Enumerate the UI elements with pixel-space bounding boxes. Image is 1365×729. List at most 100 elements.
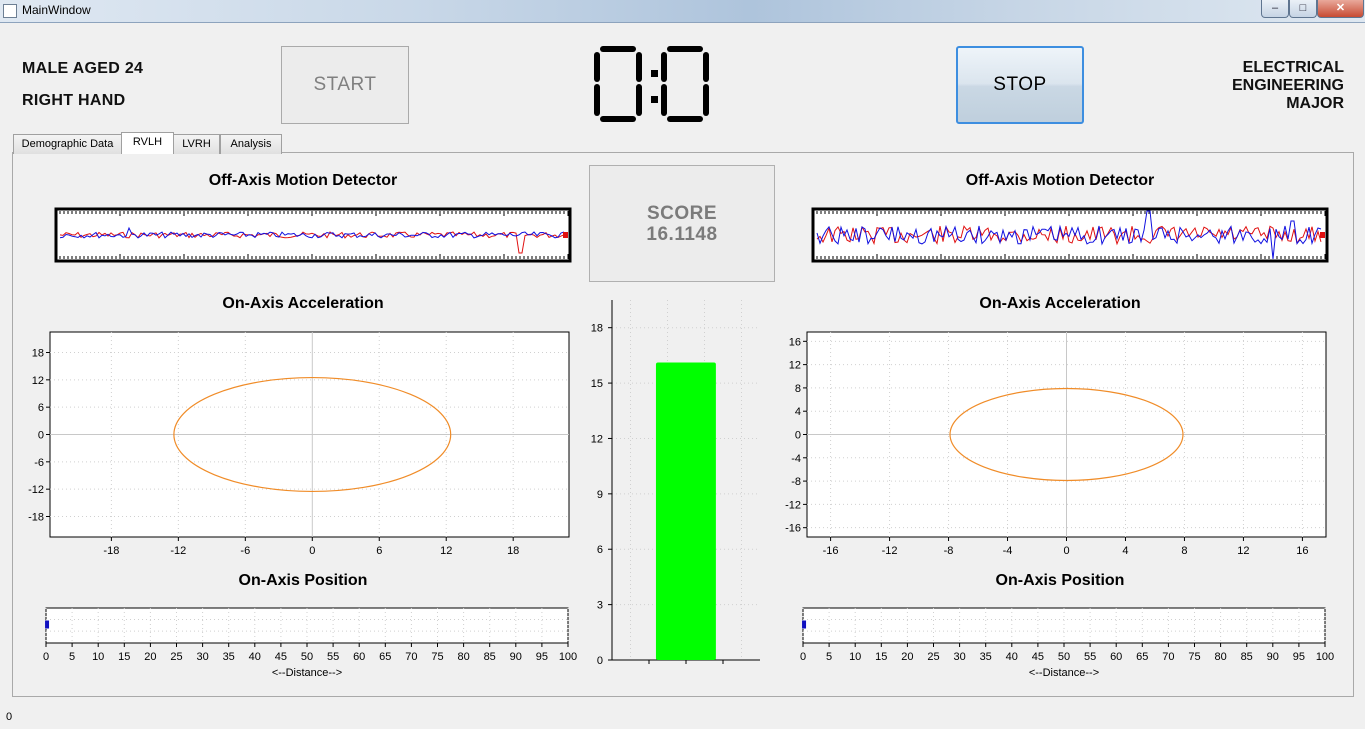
x-tick-label: 75 xyxy=(1188,651,1200,663)
y-tick-label: -12 xyxy=(28,484,44,496)
stop-button[interactable]: STOP xyxy=(956,46,1084,124)
right-position-plot: 0 5 10 15 20 25 30 35 40 45 50 55 60 65 70 75 80 85 90 95 10… xyxy=(800,607,1334,679)
x-tick-label: -16 xyxy=(823,545,839,557)
x-tick-label: 30 xyxy=(953,651,965,663)
x-tick-label: 70 xyxy=(1162,651,1174,663)
x-tick-label: -12 xyxy=(882,545,898,557)
x-tick-label: 65 xyxy=(1136,651,1148,663)
x-tick-label: 5 xyxy=(69,651,75,663)
x-tick-label: 6 xyxy=(376,545,382,557)
tab-lvrh[interactable]: LVRH xyxy=(173,134,220,154)
y-tick-label: 8 xyxy=(795,383,801,395)
y-tick-label: 6 xyxy=(38,402,44,414)
x-tick-label: 8 xyxy=(1181,545,1187,557)
x-tick-label: 95 xyxy=(1293,651,1305,663)
y-tick-label: -12 xyxy=(785,499,801,511)
plot-frame xyxy=(45,607,569,644)
tab-analysis[interactable]: Analysis xyxy=(220,134,282,154)
y-tick-label: 18 xyxy=(32,348,44,360)
x-tick-label: 10 xyxy=(92,651,104,663)
trace-end-marker xyxy=(1320,232,1325,238)
y-tick-label: -8 xyxy=(791,476,801,488)
x-tick-label: -6 xyxy=(240,545,250,557)
subject-gender-age: MALE AGED 24 xyxy=(22,60,144,77)
x-tick-label: 16 xyxy=(1296,545,1308,557)
x-tick-label: 80 xyxy=(457,651,469,663)
x-tick-label: -8 xyxy=(944,545,954,557)
x-tick-label: 40 xyxy=(1006,651,1018,663)
x-axis-label: <--Distance--> xyxy=(272,667,342,679)
x-tick-label: 12 xyxy=(1237,545,1249,557)
major-line-2: ENGINEERING xyxy=(1231,77,1344,94)
x-tick-label: 50 xyxy=(301,651,313,663)
right-off-axis-title: Off-Axis Motion Detector xyxy=(965,172,1155,189)
minimize-button[interactable]: – xyxy=(1261,0,1289,18)
x-axis-label: <--Distance--> xyxy=(1029,667,1099,679)
x-tick-label: 60 xyxy=(353,651,365,663)
y-tick-label: 12 xyxy=(32,375,44,387)
y-tick-label: 0 xyxy=(795,430,801,442)
x-tick-label: 85 xyxy=(1241,651,1253,663)
timer-display xyxy=(594,46,709,122)
close-button[interactable]: ✕ xyxy=(1317,0,1364,18)
y-tick-label: 12 xyxy=(591,433,603,445)
x-tick-label: 4 xyxy=(1122,545,1128,557)
maximize-button[interactable]: □ xyxy=(1289,0,1317,18)
major-label: ELECTRICAL ENGINEERING MAJOR xyxy=(1232,59,1344,113)
y-tick-label: 4 xyxy=(795,406,801,418)
y-tick-label: 0 xyxy=(38,430,44,442)
x-tick-label: 5 xyxy=(826,651,832,663)
y-tick-label: 15 xyxy=(591,378,603,390)
x-tick-label: 95 xyxy=(536,651,548,663)
score-bar-chart: 0 3 6 9 12 15 18 xyxy=(591,300,760,667)
y-tick-label: 3 xyxy=(597,600,603,612)
x-tick-label: 70 xyxy=(405,651,417,663)
left-off-axis-title: Off-Axis Motion Detector xyxy=(208,172,398,189)
plot-frame xyxy=(54,207,572,263)
x-tick-label: 45 xyxy=(1032,651,1044,663)
status-text: 0 xyxy=(6,711,13,723)
right-acceleration-title: On-Axis Acceleration xyxy=(979,295,1141,312)
x-tick-label: -4 xyxy=(1003,545,1013,557)
x-tick-label: 12 xyxy=(440,545,452,557)
left-acceleration-title: On-Axis Acceleration xyxy=(222,295,384,312)
y-tick-label: 16 xyxy=(789,336,801,348)
y-tick-label: 0 xyxy=(597,655,603,667)
score-value: 16.1148 xyxy=(646,224,718,245)
x-tick-label: 85 xyxy=(484,651,496,663)
y-tick-label: 18 xyxy=(591,323,603,335)
y-tick-label: -16 xyxy=(785,523,801,535)
x-tick-label: 0 xyxy=(309,545,315,557)
x-tick-label: 35 xyxy=(980,651,992,663)
x-tick-label: 45 xyxy=(275,651,287,663)
left-position-plot: 0 5 10 15 20 25 30 35 40 45 50 55 60 65 70 75 80 85 90 95 10… xyxy=(43,607,577,679)
right-acceleration-plot: -16 -12 -8 -4 0 4 8 12 16 16 12 8 4 0 -4 -8 -12 -16 xyxy=(785,331,1327,557)
x-tick-label: 0 xyxy=(1063,545,1069,557)
y-tick-label: -6 xyxy=(34,457,44,469)
title-bar: MainWindow – □ ✕ xyxy=(0,0,1365,23)
right-position-title: On-Axis Position xyxy=(995,572,1125,589)
y-tick-label: -18 xyxy=(28,512,44,524)
x-tick-label: 75 xyxy=(431,651,443,663)
tab-rvlh[interactable]: RVLH xyxy=(121,132,174,154)
x-tick-label: 55 xyxy=(327,651,339,663)
x-tick-label: 25 xyxy=(927,651,939,663)
x-tick-label: 30 xyxy=(196,651,208,663)
x-tick-label: 20 xyxy=(901,651,913,663)
x-tick-label: 25 xyxy=(170,651,182,663)
y-tick-label: 6 xyxy=(597,544,603,556)
tab-demographic-data[interactable]: Demographic Data xyxy=(13,134,122,154)
timer-colon-dot xyxy=(651,96,658,103)
x-tick-label: 100 xyxy=(1316,651,1334,663)
score-bar xyxy=(655,362,716,660)
score-label: SCORE xyxy=(646,203,718,224)
x-tick-label: 15 xyxy=(875,651,887,663)
x-tick-label: 40 xyxy=(249,651,261,663)
x-tick-label: 0 xyxy=(43,651,49,663)
score-box: SCORE 16.1148 xyxy=(589,165,775,282)
x-tick-label: 90 xyxy=(1267,651,1279,663)
major-line-3: MAJOR xyxy=(1286,95,1344,112)
start-button[interactable]: START xyxy=(281,46,409,124)
trace-end-marker xyxy=(563,232,568,238)
x-tick-label: 10 xyxy=(849,651,861,663)
